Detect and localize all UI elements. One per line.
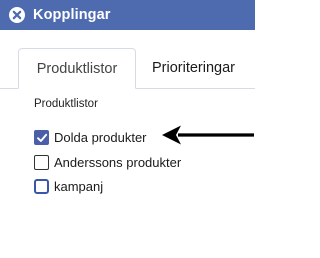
tab-label: Prioriteringar (152, 60, 235, 76)
tab-label: Produktlistor (36, 61, 118, 77)
title-bar: Kopplingar (0, 0, 255, 30)
app-window: Kopplingar Produktlistor Prioriteringar … (0, 0, 255, 258)
tab-produktlistor[interactable]: Produktlistor (18, 48, 136, 89)
checkmark-icon (37, 133, 48, 142)
close-circle-icon[interactable] (8, 6, 26, 24)
option-label: kampanj (54, 179, 104, 194)
option-label: Anderssons produkter (54, 155, 182, 170)
option-label: Dolda produkter (54, 130, 147, 145)
tab-prioriteringar[interactable]: Prioriteringar (152, 48, 235, 89)
checkbox-unchecked[interactable] (34, 155, 49, 170)
arrow-left-icon (162, 125, 254, 145)
checkbox-unchecked[interactable] (34, 179, 49, 194)
window-title: Kopplingar (33, 7, 111, 23)
checkbox-checked[interactable] (34, 130, 49, 145)
section-title: Produktlistor (34, 98, 98, 110)
